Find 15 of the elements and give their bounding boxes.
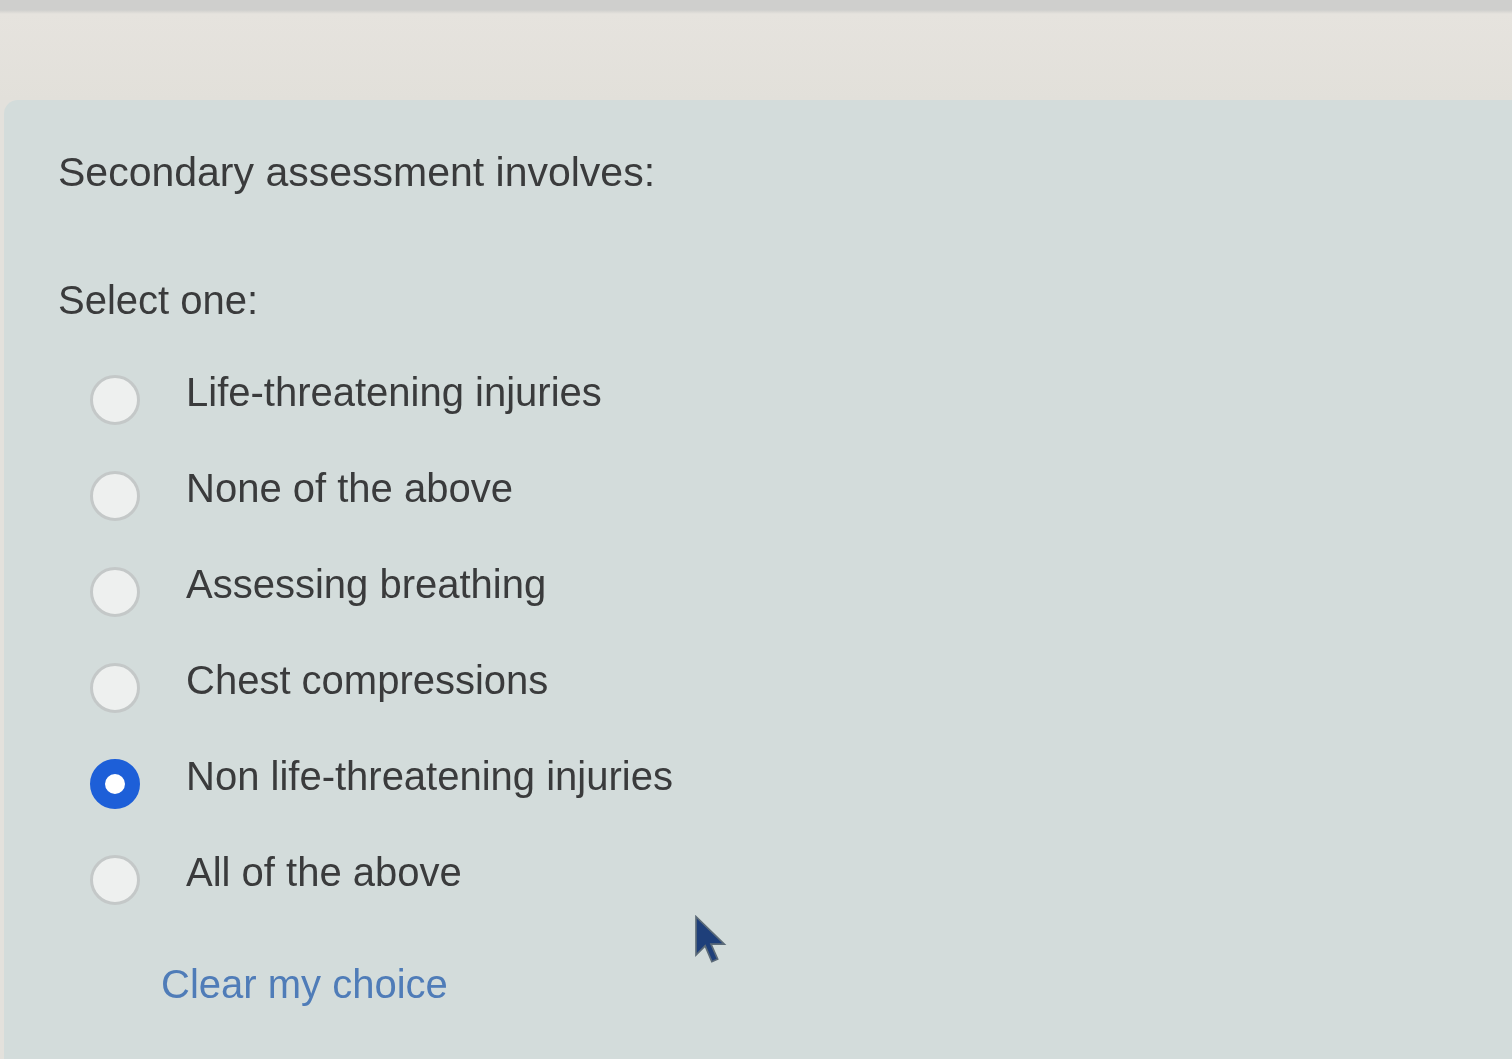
radio-button[interactable] (90, 567, 140, 617)
question-text: Secondary assessment involves: (58, 148, 657, 196)
option-label[interactable]: Chest compressions (186, 656, 549, 704)
radio-button[interactable] (90, 663, 140, 713)
radio-button[interactable] (90, 471, 140, 521)
cursor-icon (694, 915, 728, 965)
option-label[interactable]: Life-threatening injuries (186, 368, 602, 416)
option-label[interactable]: None of the above (186, 464, 513, 512)
radio-button[interactable] (90, 759, 140, 809)
option-label[interactable]: Non life-threatening injuries (186, 752, 673, 800)
option-label[interactable]: Assessing breathing (186, 560, 547, 608)
radio-button[interactable] (90, 375, 140, 425)
radio-button[interactable] (90, 855, 140, 905)
option-label[interactable]: All of the above (186, 848, 462, 896)
prompt-text: Select one: (58, 277, 260, 324)
